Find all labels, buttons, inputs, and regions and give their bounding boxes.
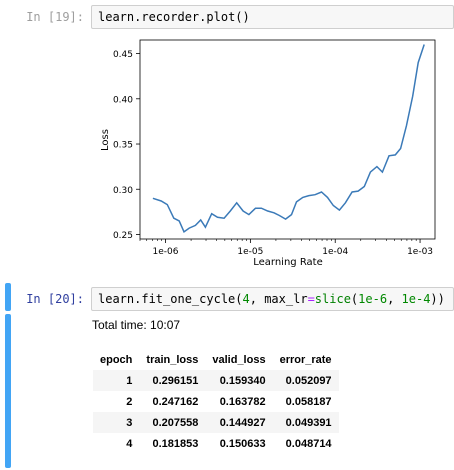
code-token: plot xyxy=(206,10,236,24)
code-token: learn xyxy=(98,10,135,24)
x-axis-label: Learning Rate xyxy=(253,257,323,268)
table-cell: 0.207558 xyxy=(152,416,199,429)
y-axis-label: Loss xyxy=(100,129,111,151)
table-cell: 0.144927 xyxy=(219,416,266,429)
code-token: () xyxy=(235,10,250,24)
table-cell: 0.247162 xyxy=(152,395,199,408)
table-row: 1 0.296151 0.159340 0.052097 xyxy=(93,370,339,391)
column-header: train_loss xyxy=(146,354,199,366)
y-tick-label: 0.40 xyxy=(113,95,133,105)
table-cell: 0.048714 xyxy=(285,437,332,450)
table-cell: 2 xyxy=(126,395,133,408)
y-tick-label: 0.45 xyxy=(113,50,133,60)
total-time-text: Total time: 10:07 xyxy=(92,318,181,332)
plot-area xyxy=(139,39,436,240)
table-row: 3 0.207558 0.144927 0.049391 xyxy=(93,412,339,433)
y-tick-label: 0.30 xyxy=(113,186,133,196)
table-cell: 0.052097 xyxy=(285,374,332,387)
table-cell: 0.181853 xyxy=(152,437,199,450)
code-editor[interactable]: learn.fit_one_cycle(4, max_lr=slice(1e-6… xyxy=(91,287,454,311)
table-row: 4 0.181853 0.150633 0.048714 xyxy=(93,433,339,454)
code-token: ( xyxy=(235,292,243,306)
code-editor[interactable]: learn.recorder.plot() xyxy=(91,5,454,29)
input-prompt: In [19]: xyxy=(26,10,84,24)
x-tick-label: 1e-06 xyxy=(153,247,179,257)
code-token: learn xyxy=(98,292,135,306)
code-token: fit_one_cycle xyxy=(141,292,236,306)
code-token: slice xyxy=(314,292,351,306)
x-tick-label: 1e-04 xyxy=(322,247,348,257)
code-token: recorder xyxy=(141,10,200,24)
lr-finder-chart: 0.250.300.350.400.45 1e-06 1e-05 1e-04 1e-0… xyxy=(100,39,436,268)
table-cell: 4 xyxy=(126,437,133,450)
code-token: 1e-6 xyxy=(358,292,388,306)
table-cell: 1 xyxy=(126,374,133,387)
input-prompt: In [20]: xyxy=(26,292,84,306)
x-axis: 1e-06 1e-05 1e-04 1e-03 xyxy=(139,239,433,257)
table-cell: 0.150633 xyxy=(219,437,266,450)
table-cell: 0.159340 xyxy=(219,374,266,387)
x-tick-label: 1e-05 xyxy=(237,247,263,257)
y-tick-label: 0.35 xyxy=(113,141,133,151)
code-token: max_lr xyxy=(264,292,308,306)
table-cell: 0.049391 xyxy=(285,416,332,429)
table-cell: 0.058187 xyxy=(285,395,332,408)
table-cell: 3 xyxy=(126,416,133,429)
y-axis: 0.25 0.30 0.35 0.40 0.45 xyxy=(113,50,140,241)
code-token: 4 xyxy=(242,292,250,306)
table-cell: 0.163782 xyxy=(219,395,266,408)
column-header: valid_loss xyxy=(212,354,266,366)
table-header-row: epoch train_loss valid_loss error_rate xyxy=(93,350,339,370)
y-tick-label: 0.25 xyxy=(113,231,133,241)
x-tick-label: 1e-03 xyxy=(407,247,433,257)
code-cell-19[interactable]: In [19]: learn.recorder.plot() 0.25 0.30 0… xyxy=(0,0,454,268)
code-token: )) xyxy=(430,292,445,306)
code-token: = xyxy=(307,292,315,306)
code-token: , xyxy=(249,292,265,306)
training-results-table: epoch train_loss valid_loss error_rate 1… xyxy=(93,350,339,454)
column-header: error_rate xyxy=(279,354,332,366)
code-token: 1e-4 xyxy=(401,292,431,306)
table-row: 2 0.247162 0.163782 0.058187 xyxy=(93,391,339,412)
code-token: , xyxy=(387,292,402,306)
table-cell: 0.296151 xyxy=(152,374,199,387)
column-header: epoch xyxy=(100,354,133,366)
